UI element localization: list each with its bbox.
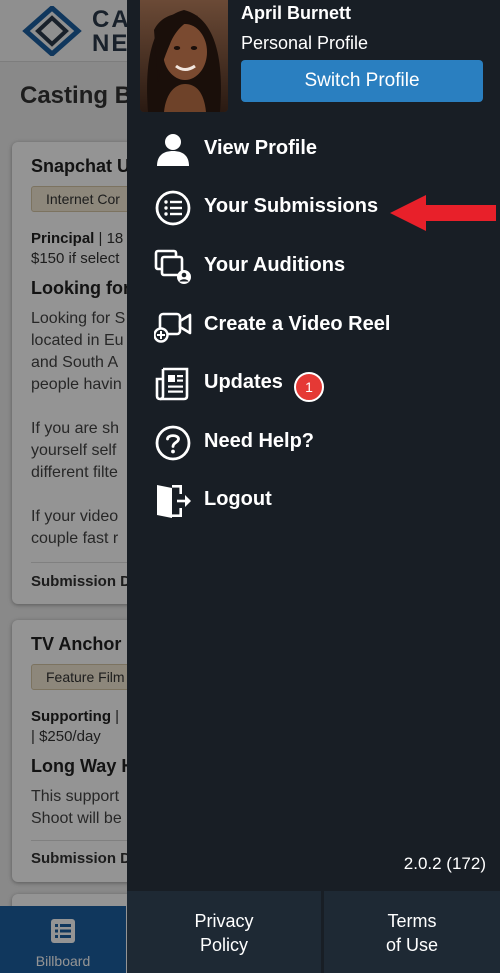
navigation-drawer: April Burnett Personal Profile Switch Pr… (127, 0, 500, 973)
profile-type: Personal Profile (241, 33, 369, 53)
menu-label: View Profile (204, 137, 318, 159)
user-name: April Burnett (241, 3, 351, 23)
menu-label: Your Submissions (204, 195, 379, 217)
logout-icon (157, 485, 191, 518)
menu-item-create-video-reel[interactable]: Create a Video Reel (127, 299, 500, 353)
menu-item-need-help[interactable]: Need Help? (127, 416, 500, 470)
menu-label: Logout (204, 488, 272, 510)
menu-item-updates[interactable]: Updates 1 (127, 357, 500, 411)
list-icon (155, 190, 191, 226)
menu-label: Create a Video Reel (204, 313, 391, 335)
menu-label: Your Auditions (204, 254, 346, 276)
avatar[interactable] (140, 0, 228, 112)
help-icon (155, 425, 191, 461)
menu-label: Updates (204, 371, 283, 393)
app-version: 2.0.2 (172) (403, 854, 486, 873)
avatar-photo (140, 0, 228, 112)
annotation-arrow-icon (390, 195, 496, 231)
menu-item-logout[interactable]: Logout (127, 474, 500, 528)
switch-profile-button[interactable]: Switch Profile (241, 60, 483, 102)
privacy-policy-link[interactable]: Privacy Policy (127, 891, 321, 973)
menu-item-your-auditions[interactable]: Your Auditions (127, 240, 500, 294)
newspaper-icon (155, 367, 189, 401)
updates-badge: 1 (294, 372, 324, 402)
terms-line2: of Use (385, 935, 439, 955)
privacy-line2: Policy (199, 935, 248, 955)
terms-of-use-link[interactable]: Terms of Use (324, 891, 500, 973)
video-add-icon (154, 312, 192, 343)
person-icon (157, 134, 189, 166)
auditions-icon (154, 249, 191, 284)
menu-item-view-profile[interactable]: View Profile (127, 123, 500, 177)
menu-label: Need Help? (204, 430, 315, 452)
terms-line1: Terms (387, 911, 437, 931)
privacy-line1: Privacy (194, 911, 254, 931)
